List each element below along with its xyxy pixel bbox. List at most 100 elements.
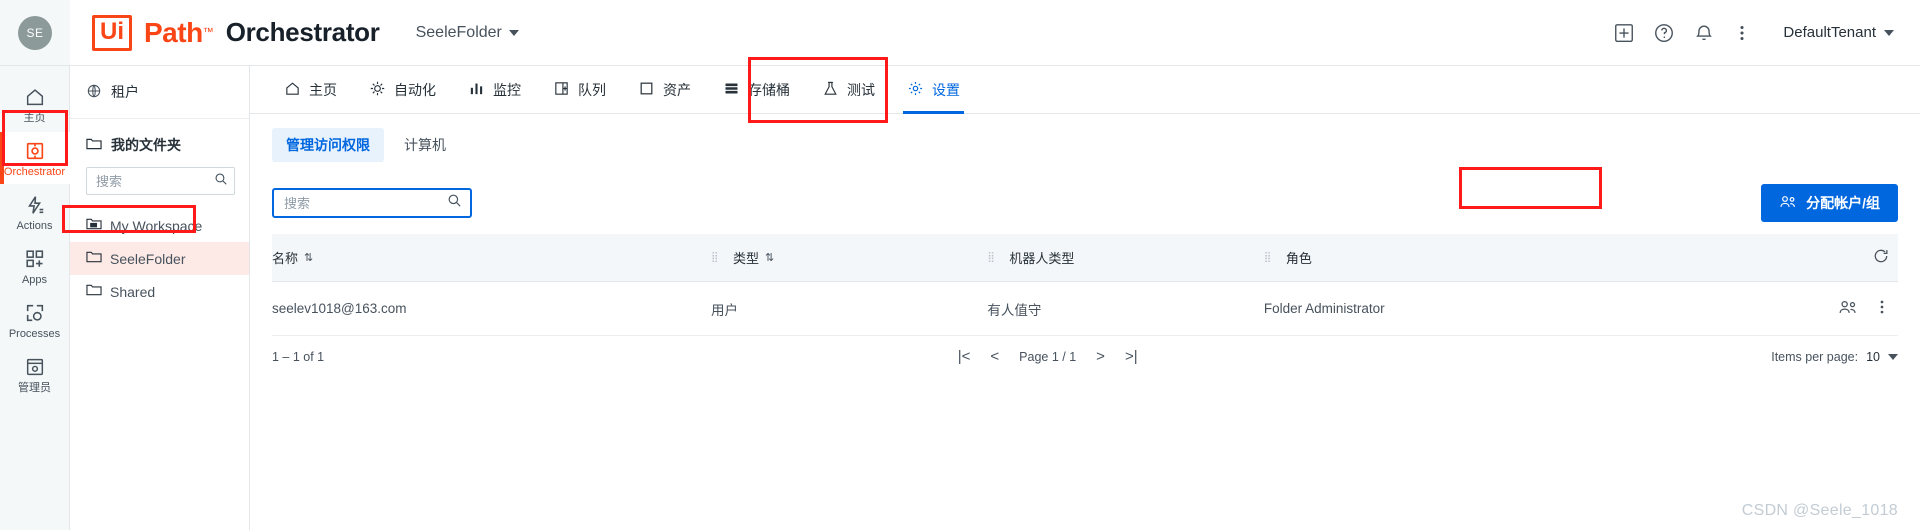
help-icon[interactable] [1653, 22, 1675, 44]
search-icon[interactable] [214, 172, 228, 191]
subtab-manage-access[interactable]: 管理访问权限 [272, 128, 384, 162]
avatar[interactable]: SE [18, 15, 52, 50]
tab-assets[interactable]: 资产 [622, 66, 707, 113]
column-label: 类型 [733, 251, 760, 266]
top-right-actions: DefaultTenant [1613, 22, 1920, 44]
next-page-button[interactable]: > [1096, 348, 1105, 365]
column-resize-grip-icon[interactable]: ⣿ [1264, 252, 1271, 262]
manage-users-icon[interactable] [1838, 299, 1858, 319]
tenant-selector[interactable]: DefaultTenant [1783, 24, 1894, 41]
tab-label: 队列 [578, 81, 606, 98]
refresh-icon[interactable] [1872, 247, 1890, 268]
last-page-button[interactable]: >| [1125, 348, 1138, 365]
folder-search[interactable] [86, 167, 235, 195]
sidebar-item-label: Actions [16, 220, 53, 233]
table-search[interactable] [272, 188, 472, 218]
tab-home[interactable]: 主页 [268, 66, 353, 113]
more-vertical-icon[interactable] [1733, 22, 1751, 44]
sidebar-item-admin[interactable]: 管理员 [0, 348, 70, 400]
top-header: SE Ui Path™ Orchestrator SeeleFolder Def… [0, 0, 1920, 66]
folder-item-my-workspace[interactable]: My Workspace [70, 209, 249, 242]
cell-actions [1670, 281, 1898, 336]
assign-account-group-button[interactable]: 分配帐户/组 [1761, 184, 1898, 222]
sidebar-item-orchestrator[interactable]: Orchestrator [0, 132, 70, 185]
column-resize-grip-icon[interactable]: ⣿ [987, 252, 994, 262]
sidebar-item-label: Processes [8, 328, 61, 341]
sub-tabs: 管理访问权限 计算机 [272, 114, 1898, 170]
more-vertical-icon[interactable] [1874, 298, 1890, 319]
tenant-label: DefaultTenant [1783, 24, 1876, 41]
uipath-wordmark: Path™ [144, 16, 214, 48]
folder-item-label: SeeleFolder [110, 250, 186, 267]
folder-search-input[interactable] [96, 173, 214, 189]
column-label: 角色 [1285, 251, 1312, 266]
tenant-row-label: 租户 [111, 84, 139, 100]
subtab-machines[interactable]: 计算机 [390, 128, 460, 162]
column-header-name[interactable]: 名称 ⇅ [272, 234, 712, 282]
queues-icon [553, 80, 570, 100]
folder-item-shared[interactable]: Shared [70, 275, 249, 308]
chevron-down-icon [1884, 29, 1894, 36]
workspace-folder-icon [86, 217, 102, 234]
sidebar-item-apps[interactable]: Apps [0, 240, 70, 292]
column-header-actions [1670, 234, 1898, 282]
folder-pane: 租户 我的文件夹 搜索 My Workspace SeeleFolder Sha… [70, 66, 250, 530]
folder-icon [86, 250, 102, 267]
sidebar-item-label: 管理员 [18, 382, 51, 395]
chevron-down-icon[interactable] [1887, 353, 1898, 360]
tenant-row[interactable]: 租户 [70, 66, 249, 119]
table-body: seelev1018@163.com 用户 有人值守 Folder Admini… [272, 281, 1898, 336]
search-input[interactable] [284, 195, 447, 211]
tab-label: 自动化 [394, 81, 436, 98]
sort-icon[interactable]: ⇅ [765, 251, 774, 264]
uipath-logo-icon: Ui [92, 14, 132, 51]
items-per-page[interactable]: Items per page: 10 [1771, 350, 1898, 364]
pagination-range: 1 – 1 of 1 [272, 349, 325, 364]
assets-icon [638, 80, 655, 100]
actions-icon [23, 193, 47, 217]
assign-button-label: 分配帐户/组 [1806, 195, 1880, 211]
settings-gear-icon [907, 80, 924, 100]
prev-page-button[interactable]: < [990, 348, 999, 365]
left-rail: 主页 Orchestrator Actions Apps Processes 管… [0, 66, 70, 530]
sidebar-item-home[interactable]: 主页 [0, 78, 70, 130]
tab-automation[interactable]: 自动化 [353, 66, 452, 113]
folder-item-seelefolder[interactable]: SeeleFolder [70, 242, 249, 275]
folder-item-label: Shared [110, 283, 156, 300]
column-header-type[interactable]: ⣿ 类型 ⇅ [711, 234, 988, 282]
folder-icon [86, 283, 102, 300]
tab-monitoring[interactable]: 监控 [452, 66, 537, 113]
first-page-button[interactable]: |< [958, 348, 971, 365]
tab-label: 主页 [309, 81, 337, 98]
tab-label: 测试 [847, 81, 875, 98]
settings-content: 管理访问权限 计算机 搜索 分配帐户/组 名称 ⇅ ⣿ 类型 ⇅ ⣿ 机器人类型… [250, 114, 1920, 530]
cell-type: 用户 [711, 281, 988, 336]
tab-buckets[interactable]: 存储桶 [707, 66, 806, 113]
tab-settings[interactable]: 设置 [891, 66, 976, 114]
access-table: 名称 ⇅ ⣿ 类型 ⇅ ⣿ 机器人类型 ⣿ 角色 seelev1018@163.… [272, 234, 1898, 336]
nav-tabs: 主页 自动化 监控 队列 资产 存储桶 测试 设置 [250, 66, 1920, 114]
tab-label: 资产 [663, 81, 691, 98]
sidebar-item-label: Apps [21, 274, 48, 287]
tab-testing[interactable]: 测试 [806, 66, 891, 113]
column-header-robot-type[interactable]: ⣿ 机器人类型 [987, 234, 1264, 282]
tab-queues[interactable]: 队列 [537, 66, 622, 113]
column-header-role[interactable]: ⣿ 角色 [1263, 234, 1671, 282]
table-row[interactable]: seelev1018@163.com 用户 有人值守 Folder Admini… [272, 281, 1898, 336]
watermark: CSDN @Seele_1018 [1741, 502, 1898, 519]
main-area: 主页 自动化 监控 队列 资产 存储桶 测试 设置 管理访问权限 计算机 搜索 … [250, 66, 1920, 530]
bell-icon[interactable] [1693, 22, 1715, 44]
home-icon [23, 85, 47, 109]
globe-icon [86, 83, 102, 102]
automation-icon [369, 80, 386, 100]
chevron-down-icon [508, 29, 519, 36]
sort-icon[interactable]: ⇅ [304, 251, 313, 264]
column-resize-grip-icon[interactable]: ⣿ [711, 252, 718, 262]
folder-item-label: My Workspace [110, 217, 203, 234]
sidebar-item-processes[interactable]: Processes [0, 294, 70, 346]
pagination-controls: |< < Page 1 / 1 > >| [958, 348, 1138, 365]
sidebar-item-actions[interactable]: Actions [0, 186, 70, 238]
folder-selector[interactable]: SeeleFolder [416, 24, 519, 42]
apps-grid-icon[interactable] [1613, 22, 1635, 44]
search-icon[interactable] [447, 193, 462, 213]
